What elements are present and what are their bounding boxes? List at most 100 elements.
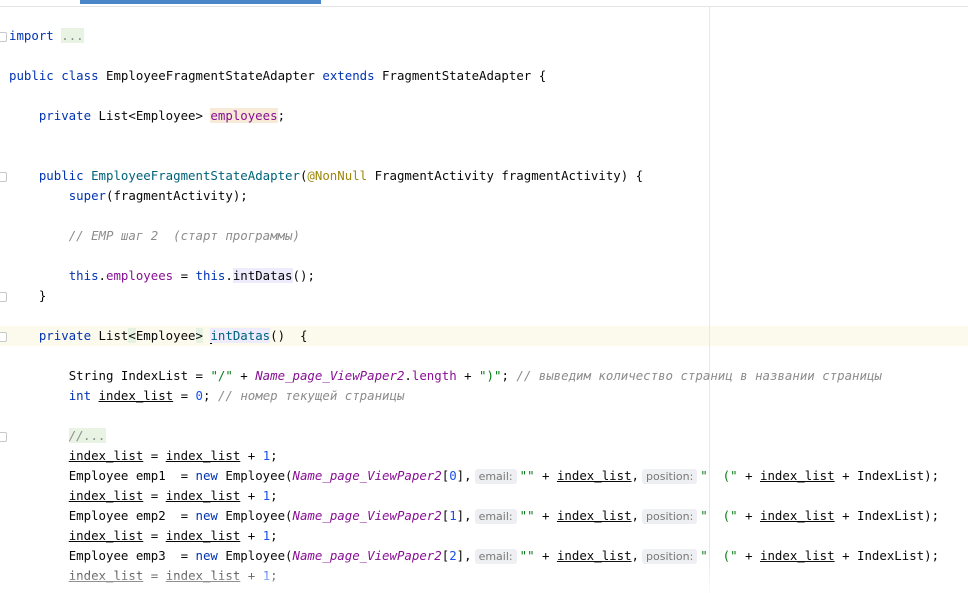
field-employees: employees: [210, 108, 278, 123]
semicolon: ;: [270, 528, 278, 543]
brace-match: >: [195, 328, 203, 343]
semicolon: ;: [270, 568, 278, 583]
operator: +: [240, 448, 263, 463]
keyword: import: [9, 28, 54, 43]
param-hint: position:: [642, 549, 698, 564]
string: "/": [210, 368, 233, 383]
comment: // EMP шаг 2 (старт программы): [68, 228, 300, 243]
keyword: private: [38, 108, 92, 123]
assign: =: [173, 388, 196, 403]
code-line-19: index_list = index_list + 1;: [9, 566, 278, 586]
code-line-14: Employee emp1 = new Employee(Name_page_V…: [9, 466, 939, 486]
code-line-5: super(fragmentActivity);: [9, 186, 248, 206]
keyword: new: [195, 548, 218, 563]
operator: +: [240, 568, 263, 583]
comma: ,: [631, 468, 640, 483]
class-name: EmployeeFragmentStateAdapter: [106, 68, 315, 83]
code-line-3: private List<Employee> employees;: [9, 106, 285, 126]
code-line-4: public EmployeeFragmentStateAdapter(@Non…: [9, 166, 643, 186]
keyword-super: super: [68, 188, 106, 203]
bracket: ],: [456, 548, 472, 563]
code-line-18: Employee emp3 = new Employee(Name_page_V…: [9, 546, 939, 566]
keyword: class: [61, 68, 99, 83]
code-line-17: index_list = index_list + 1;: [9, 526, 278, 546]
declaration: Employee emp2 =: [68, 508, 196, 523]
string: "": [519, 508, 535, 523]
operator: +: [737, 548, 760, 563]
brace: }: [38, 288, 47, 303]
string: ")": [479, 368, 502, 383]
params: FragmentActivity fragmentActivity) {: [367, 168, 644, 183]
call-end: + IndexList);: [834, 548, 940, 563]
assign: =: [143, 448, 166, 463]
static-field: Name_page_ViewPaper2: [292, 548, 442, 563]
number: 0: [449, 468, 457, 483]
static-field: Name_page_ViewPaper2: [292, 508, 442, 523]
variable: index_list: [556, 468, 632, 483]
brace-match: <: [128, 328, 136, 343]
semicolon: ;: [203, 388, 218, 403]
dot: .: [404, 368, 412, 383]
code-line-6: // EMP шаг 2 (старт программы): [9, 226, 300, 246]
bracket: ],: [456, 468, 472, 483]
variable: index_list: [68, 528, 144, 543]
variable: index_list: [68, 488, 144, 503]
string: "": [519, 548, 535, 563]
parent-class: FragmentStateAdapter: [382, 68, 532, 83]
code-line-11: int index_list = 0; // номер текущей стр…: [9, 386, 405, 406]
annotation: @NonNull: [307, 168, 368, 183]
call-args: (fragmentActivity);: [106, 188, 248, 203]
param-hint: email:: [474, 549, 517, 564]
assign: =: [173, 268, 196, 283]
operator: +: [737, 468, 760, 483]
comma: ,: [631, 548, 640, 563]
code-line-9: private List<Employee> intDatas() {: [9, 326, 307, 346]
code-line-1: import ...: [9, 26, 84, 46]
assign: =: [143, 568, 166, 583]
param-hint: position:: [642, 469, 698, 484]
editor-tab-bar[interactable]: [0, 0, 968, 7]
dot: .: [225, 268, 233, 283]
code-line-16: Employee emp2 = new Employee(Name_page_V…: [9, 506, 939, 526]
number: 1: [449, 508, 457, 523]
semicolon: ;: [270, 448, 278, 463]
keyword: this: [68, 268, 99, 283]
keyword: new: [195, 508, 218, 523]
fold-toggle-icon[interactable]: [0, 292, 7, 302]
string: "": [519, 468, 535, 483]
param-hint: position:: [642, 509, 698, 524]
code-line-10: String IndexList = "/" + Name_page_ViewP…: [9, 366, 882, 386]
dot: .: [98, 268, 106, 283]
field-employees: employees: [106, 268, 174, 283]
method-signature-end: () {: [270, 328, 308, 343]
code-line-8: }: [9, 286, 46, 306]
variable: index_list: [165, 528, 241, 543]
bracket: ],: [456, 508, 472, 523]
constructor-name: EmployeeFragmentStateAdapter: [91, 168, 300, 183]
declaration: Employee emp1 =: [68, 468, 196, 483]
assign: =: [143, 528, 166, 543]
fold-toggle-icon[interactable]: [0, 332, 7, 342]
operator: +: [534, 468, 557, 483]
operator: +: [240, 528, 263, 543]
constructor-call: Employee(: [217, 468, 293, 483]
collapsed-imports[interactable]: ...: [61, 28, 84, 43]
static-field: Name_page_ViewPaper2: [255, 368, 405, 383]
code-line-2: public class EmployeeFragmentStateAdapte…: [9, 66, 546, 86]
declaration: Employee emp3 =: [68, 548, 196, 563]
fold-toggle-icon[interactable]: [0, 432, 7, 442]
string: " (": [700, 468, 738, 483]
variable: index_list: [760, 508, 835, 523]
fold-toggle-icon[interactable]: [0, 32, 7, 42]
type: List<Employee>: [91, 108, 211, 123]
code-line-13: index_list = index_list + 1;: [9, 446, 278, 466]
assign: =: [143, 488, 166, 503]
call-end: + IndexList);: [834, 468, 940, 483]
keyword: extends: [322, 68, 375, 83]
operator: +: [534, 548, 557, 563]
collapsed-comment[interactable]: //...: [68, 428, 106, 443]
variable: index_list: [68, 448, 144, 463]
fold-toggle-icon[interactable]: [0, 172, 7, 182]
variable: index_list: [760, 468, 835, 483]
